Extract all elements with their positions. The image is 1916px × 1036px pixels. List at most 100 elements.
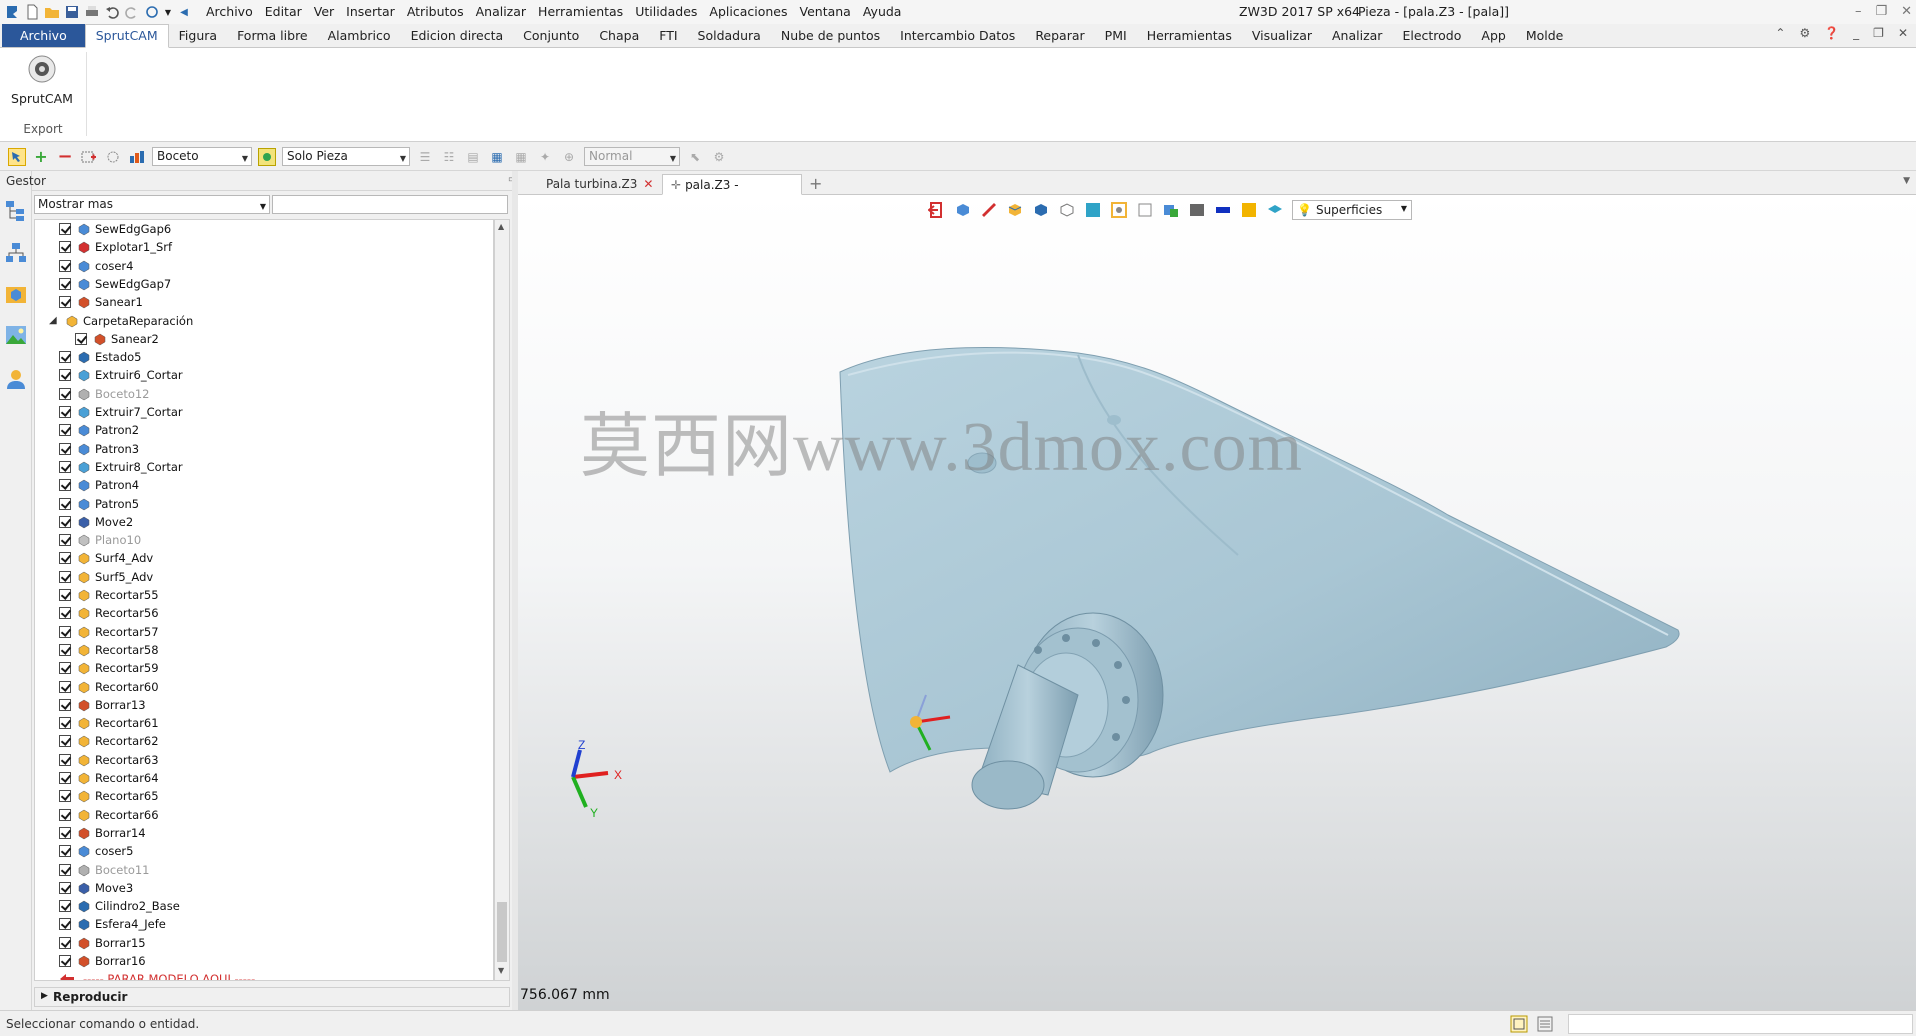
visibility-checkbox[interactable] [59,277,71,290]
visibility-checkbox[interactable] [59,570,71,583]
tree-item[interactable]: Plano10 [35,531,493,549]
visibility-checkbox[interactable] [59,460,71,473]
regen-icon[interactable] [144,4,160,20]
tree-item[interactable]: Move3 [35,879,493,897]
visibility-checkbox[interactable] [59,936,71,949]
open-folder-icon[interactable] [44,4,60,20]
tab-electrodo[interactable]: Electrodo [1392,24,1471,47]
visibility-checkbox[interactable] [59,241,71,254]
parts-library-icon[interactable] [4,283,28,307]
tab-edicion-directa[interactable]: Edicion directa [401,24,514,47]
tree-item[interactable]: Explotar1_Srf [35,238,493,256]
filter-icon[interactable] [128,148,146,166]
tree-item[interactable]: Extruir6_Cortar [35,366,493,384]
reproducir-panel[interactable]: ▶ Reproducir [34,987,510,1007]
visibility-checkbox[interactable] [59,717,71,730]
visibility-checkbox[interactable] [59,406,71,418]
undo-icon[interactable] [104,4,120,20]
tab-intercambio-datos[interactable]: Intercambio Datos [890,24,1025,47]
manager-filter-select[interactable]: Mostrar mas ▼ [34,195,270,214]
tab-archivo[interactable]: Archivo [2,24,85,47]
close-icon[interactable]: ✕ [1901,0,1912,24]
print-icon[interactable] [84,4,100,20]
distribute-icon[interactable]: ☷ [440,148,458,166]
tree-item[interactable]: coser4 [35,257,493,275]
tree-item[interactable]: Patron4 [35,476,493,494]
tree-item[interactable]: Patron2 [35,421,493,439]
tree-item[interactable]: Recortar62 [35,732,493,750]
tree-item[interactable]: Estado5 [35,348,493,366]
visibility-checkbox[interactable] [75,332,87,345]
zoom-fit-icon[interactable] [1110,201,1128,219]
tab-conjunto[interactable]: Conjunto [513,24,589,47]
tree-scrollbar[interactable]: ▲ ▼ [494,219,510,981]
tab-soldadura[interactable]: Soldadura [688,24,771,47]
tree-item[interactable]: Move2 [35,513,493,531]
add-icon[interactable]: + [32,147,50,166]
tab-reparar[interactable]: Reparar [1025,24,1094,47]
tab-fti[interactable]: FTI [649,24,687,47]
visibility-checkbox[interactable] [59,351,71,364]
visibility-checkbox[interactable] [59,790,71,803]
tab-alambrico[interactable]: Alambrico [318,24,401,47]
visibility-checkbox[interactable] [59,863,71,876]
visibility-checkbox[interactable] [59,900,71,913]
visibility-checkbox[interactable] [59,955,71,967]
settings-gear-icon[interactable]: ⚙ [1799,26,1810,40]
sprutcam-button[interactable]: SprutCAM [10,54,74,110]
visibility-checkbox[interactable] [59,918,71,931]
stack-gray-icon[interactable]: ▦ [512,148,530,166]
tree-item[interactable]: Borrar16 [35,952,493,970]
snap-icon[interactable]: ⚙ [710,148,728,166]
chevron-down-icon[interactable]: ▼ [164,4,172,20]
layer-display-icon[interactable] [1266,201,1284,219]
cursor-icon[interactable]: ⬉ [686,148,704,166]
help-icon[interactable]: ❓ [1824,26,1839,40]
tab-figura[interactable]: Figura [169,24,227,47]
display-mode-icon[interactable] [1188,201,1206,219]
history-tree-icon[interactable] [4,199,28,223]
remove-icon[interactable]: − [56,146,74,167]
tree-item[interactable]: Borrar14 [35,824,493,842]
pin-icon[interactable]: ✦ [536,148,554,166]
pick-filter-select[interactable]: Boceto ▼ [152,147,252,166]
visibility-checkbox[interactable] [59,662,71,675]
visibility-checkbox[interactable] [59,808,71,821]
visibility-checkbox[interactable] [59,534,71,547]
tree-item[interactable]: Recortar60 [35,678,493,696]
visibility-checkbox[interactable] [59,607,71,620]
tree-item[interactable]: Recortar66 [35,806,493,824]
visibility-checkbox[interactable] [59,223,71,235]
tree-item[interactable]: Recortar63 [35,751,493,769]
solid-cube-icon[interactable] [1032,201,1050,219]
redo-icon[interactable] [124,4,140,20]
measure-icon[interactable] [980,201,998,219]
close-tab-icon[interactable]: ✕ [643,177,653,191]
menu-atributos[interactable]: Atributos [401,0,470,24]
tree-item[interactable]: Esfera4_Jefe [35,915,493,933]
tree-item[interactable]: SewEdgGap6 [35,220,493,238]
list-view-icon[interactable] [1536,1015,1554,1033]
color-blue-icon[interactable] [1214,201,1232,219]
stop-model-marker[interactable]: ----- PARAR MODELO AQUI ----- [35,970,493,980]
layer-icon[interactable]: ▤ [464,148,482,166]
assembly-tree-icon[interactable] [4,241,28,265]
tree-item[interactable]: Patron3 [35,440,493,458]
minimize-icon[interactable]: – [1855,0,1862,24]
tab-sprutcam[interactable]: SprutCAM [84,24,169,48]
doc-restore-icon[interactable]: ❐ [1873,26,1884,40]
visibility-checkbox[interactable] [59,296,71,309]
visibility-checkbox[interactable] [59,881,71,894]
menu-ver[interactable]: Ver [308,0,340,24]
tree-item[interactable]: Recortar61 [35,714,493,732]
shaded-cube-icon[interactable] [1006,201,1024,219]
tree-item[interactable]: Recortar58 [35,641,493,659]
tab-forma-libre[interactable]: Forma libre [227,24,318,47]
tree-item[interactable]: Recortar56 [35,604,493,622]
visibility-checkbox[interactable] [59,369,71,382]
exit-icon[interactable] [928,201,946,219]
lasso-icon[interactable] [104,148,122,166]
pin-tab-icon[interactable]: ✛ [671,178,681,192]
tab-pmi[interactable]: PMI [1095,24,1137,47]
tree-item[interactable]: Patron5 [35,495,493,513]
